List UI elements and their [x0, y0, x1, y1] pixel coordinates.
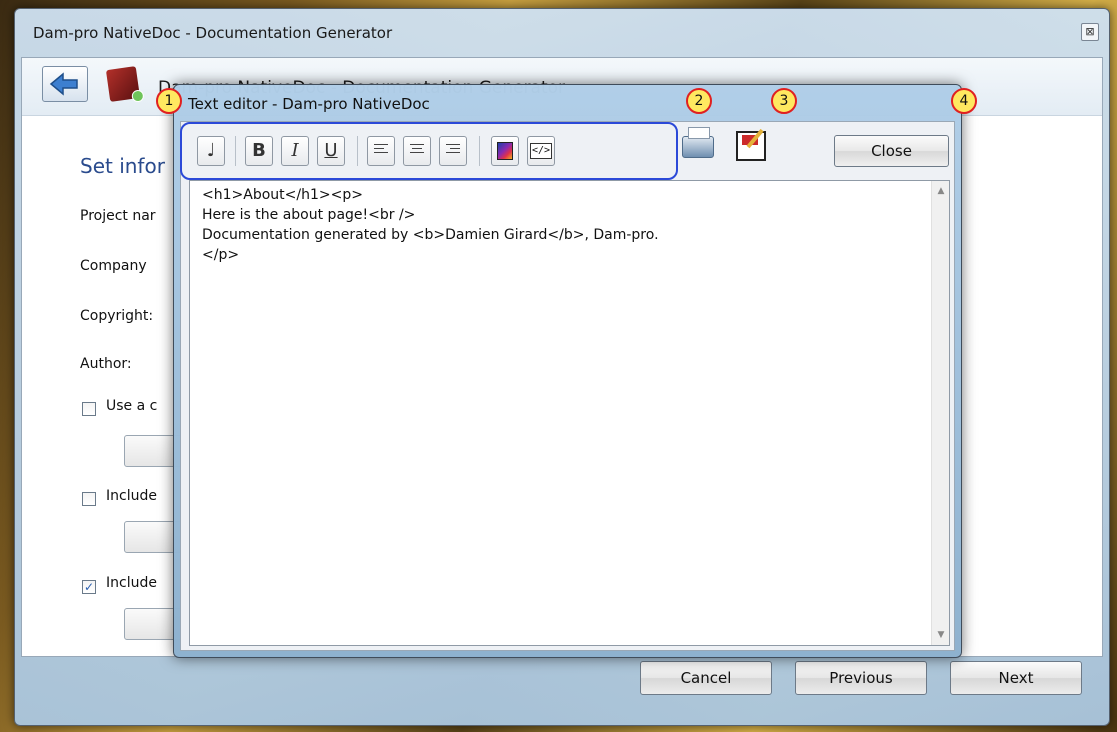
main-window-title: Dam-pro NativeDoc - Documentation Genera…: [33, 24, 393, 42]
vertical-scrollbar[interactable]: ▲ ▼: [931, 181, 949, 645]
project-name-label: Project nar: [80, 208, 156, 224]
callout-3: 3: [771, 88, 797, 114]
app-logo-icon: [105, 66, 141, 102]
scroll-up-icon[interactable]: ▲: [932, 183, 950, 199]
editor-content[interactable]: <h1>About</h1><p> Here is the about page…: [202, 185, 659, 265]
copyright-label: Copyright:: [80, 308, 154, 324]
close-icon[interactable]: ⊠: [1081, 23, 1099, 41]
callout-2: 2: [686, 88, 712, 114]
section-title: Set infor: [80, 154, 165, 178]
include-checkbox-2-label: Include: [106, 575, 157, 591]
include-checkbox-2[interactable]: ✓: [82, 580, 96, 594]
print-icon[interactable]: [682, 127, 714, 158]
previous-button[interactable]: Previous: [795, 661, 927, 695]
cancel-button[interactable]: Cancel: [640, 661, 772, 695]
author-label: Author:: [80, 356, 132, 372]
close-button[interactable]: Close: [834, 135, 949, 167]
callout-1: 1: [156, 88, 182, 114]
callout-4: 4: [951, 88, 977, 114]
company-label: Company: [80, 258, 147, 274]
use-custom-checkbox-label: Use a c: [106, 398, 158, 414]
toolbar-highlight: [180, 122, 678, 180]
html-editor[interactable]: <h1>About</h1><p> Here is the about page…: [189, 180, 950, 646]
back-button[interactable]: [42, 66, 88, 102]
include-checkbox-1[interactable]: [82, 492, 96, 506]
dialog-title: Text editor - Dam-pro NativeDoc: [188, 95, 430, 113]
save-icon[interactable]: [736, 131, 766, 161]
dialog-body: ♩ B I U </> Close <h1>About</h1><p> Here…: [180, 121, 955, 651]
scroll-down-icon[interactable]: ▼: [932, 627, 950, 643]
back-arrow-icon: [49, 72, 78, 96]
next-button[interactable]: Next: [950, 661, 1082, 695]
use-custom-checkbox[interactable]: [82, 402, 96, 416]
include-checkbox-1-label: Include: [106, 488, 157, 504]
